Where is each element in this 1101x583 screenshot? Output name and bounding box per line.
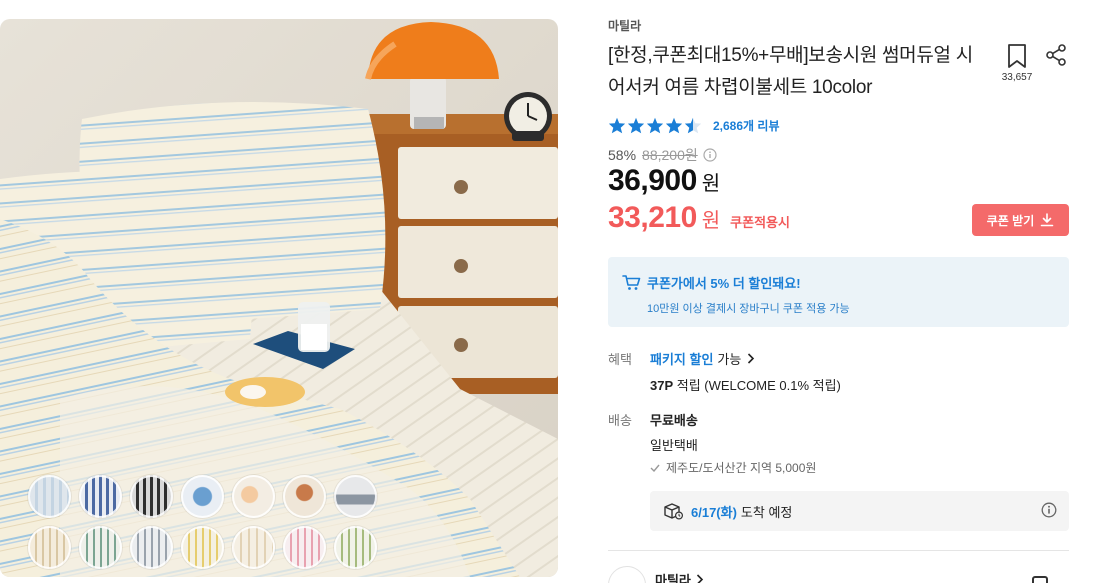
discount-row: 58% 88,200원 bbox=[608, 145, 717, 165]
coupon-banner-title-row: 쿠폰가에서 5% 더 할인돼요! bbox=[622, 273, 1069, 292]
color-swatch-grid bbox=[28, 475, 380, 569]
swatch-beige-floral[interactable] bbox=[232, 475, 275, 518]
package-discount-tail: 가능 bbox=[717, 352, 742, 367]
shipping-method: 일반택배 bbox=[650, 438, 698, 453]
price-unit: 원 bbox=[701, 173, 721, 195]
coupon-banner-title: 쿠폰가에서 5% 더 할인돼요! bbox=[647, 276, 801, 291]
download-icon bbox=[1040, 213, 1054, 227]
coupon-button-label: 쿠폰 받기 bbox=[986, 213, 1035, 228]
points-amount: 37P bbox=[650, 378, 674, 393]
coupon-banner-subtitle: 10만원 이상 결제시 장바구니 쿠폰 적용 가능 bbox=[647, 303, 850, 315]
star-rating bbox=[608, 117, 702, 134]
swatch-blue-pattern[interactable] bbox=[181, 475, 224, 518]
chevron-right-icon bbox=[696, 574, 704, 583]
sale-price-row: 36,900 원 bbox=[608, 164, 720, 198]
rating-row[interactable]: 2,686개 리뷰 bbox=[608, 117, 779, 134]
product-title: [한정,쿠폰최대15%+무배]보송시원 썸머듀얼 시어서커 여름 차렵이불세트 … bbox=[608, 45, 973, 98]
star-half-icon bbox=[684, 117, 702, 134]
delivery-box-icon bbox=[664, 503, 683, 520]
swatch-yellow-stripe[interactable] bbox=[181, 526, 224, 569]
swatch-gray-tree[interactable] bbox=[334, 475, 377, 518]
swatch-black-stripe[interactable] bbox=[130, 475, 173, 518]
delivery-text: 도착 예정 bbox=[740, 504, 793, 520]
product-image[interactable] bbox=[0, 19, 558, 577]
benefit-label: 혜택 bbox=[608, 352, 632, 367]
download-coupon-button[interactable]: 쿠폰 받기 bbox=[972, 204, 1069, 236]
info-icon[interactable] bbox=[703, 148, 717, 162]
coupon-price: 33,210 bbox=[608, 201, 697, 234]
swatch-brown-pattern[interactable] bbox=[283, 475, 326, 518]
shipping-label: 배송 bbox=[608, 413, 632, 428]
check-icon bbox=[650, 464, 660, 472]
discount-rate: 58% bbox=[608, 147, 637, 163]
cart-icon bbox=[622, 275, 641, 290]
section-divider bbox=[608, 550, 1069, 551]
package-discount-row[interactable]: 패키지 할인 가능 bbox=[650, 349, 755, 368]
shipping-type: 무료배송 bbox=[650, 413, 698, 428]
brand-name[interactable]: 마틸라 bbox=[608, 17, 641, 34]
swatch-beige-stripe[interactable] bbox=[28, 526, 71, 569]
coupon-price-row: 33,210 원 쿠폰적용시 bbox=[608, 201, 790, 235]
star-icon bbox=[646, 117, 664, 134]
package-discount-link[interactable]: 패키지 할인 bbox=[650, 349, 713, 368]
bookmark-icon bbox=[1008, 44, 1026, 68]
delivery-date: 6/17(화) bbox=[691, 504, 737, 520]
jeju-shipping-note: 제주도/도서산간 지역 5,000원 bbox=[650, 459, 816, 476]
delivery-estimate-box[interactable]: 6/17(화) 도착 예정 bbox=[650, 491, 1069, 531]
star-icon bbox=[627, 117, 645, 134]
review-count-link[interactable]: 2,686개 리뷰 bbox=[713, 117, 779, 134]
swatch-beige-plain-stripe[interactable] bbox=[232, 526, 275, 569]
info-icon[interactable] bbox=[1041, 502, 1057, 518]
bookmark-count: 33,657 bbox=[1001, 72, 1033, 83]
share-button[interactable] bbox=[1044, 43, 1068, 67]
coupon-applied-label: 쿠폰적용시 bbox=[730, 215, 790, 230]
seller-follow-icon[interactable] bbox=[1032, 576, 1048, 583]
share-icon bbox=[1046, 44, 1066, 66]
swatch-pink-stripe[interactable] bbox=[283, 526, 326, 569]
star-icon bbox=[665, 117, 683, 134]
swatch-green-stripe[interactable] bbox=[79, 526, 122, 569]
swatch-olive-stripe[interactable] bbox=[334, 526, 377, 569]
coupon-banner[interactable]: 쿠폰가에서 5% 더 할인돼요! 10만원 이상 결제시 장바구니 쿠폰 적용 … bbox=[608, 257, 1069, 327]
seller-link[interactable]: 마틸라 bbox=[655, 570, 704, 583]
coupon-price-unit: 원 bbox=[701, 210, 721, 232]
jeju-shipping-text: 제주도/도서산간 지역 5,000원 bbox=[666, 461, 817, 475]
points-row: 37P 적립 (WELCOME 0.1% 적립) bbox=[650, 375, 841, 394]
swatch-gray-stripe[interactable] bbox=[130, 526, 173, 569]
seller-name: 마틸라 bbox=[655, 573, 691, 583]
points-text: 적립 (WELCOME 0.1% 적립) bbox=[673, 378, 841, 393]
bookmark-button[interactable]: 33,657 bbox=[1000, 43, 1034, 83]
chevron-right-icon bbox=[748, 353, 755, 364]
swatch-light-blue-check[interactable] bbox=[28, 475, 71, 518]
original-price: 88,200원 bbox=[642, 147, 698, 163]
sale-price: 36,900 bbox=[608, 164, 697, 197]
seller-avatar[interactable] bbox=[608, 566, 646, 583]
swatch-navy-stripe[interactable] bbox=[79, 475, 122, 518]
star-icon bbox=[608, 117, 626, 134]
